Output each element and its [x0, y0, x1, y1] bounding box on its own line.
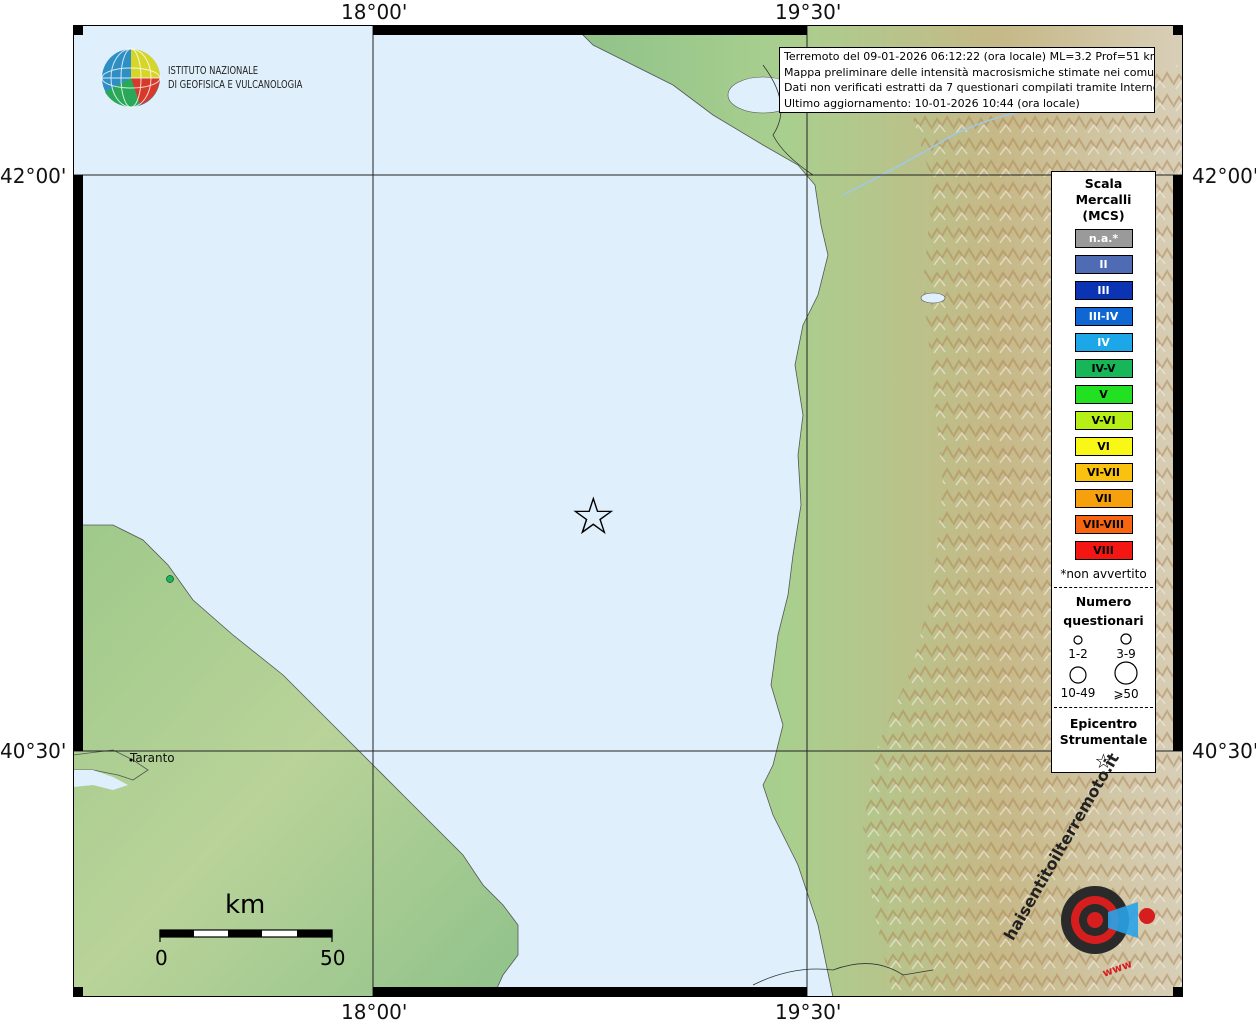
frame-bottom-bar [373, 987, 807, 997]
mcs-class-vii-viii: VII-VIII [1074, 515, 1133, 534]
map-frame[interactable]: Taranto ☆ [73, 25, 1183, 997]
mcs-class-viii: VIII [1074, 541, 1133, 560]
epi-title2: Strumentale [1059, 732, 1148, 747]
legend-title-mcs: (MCS) [1082, 208, 1125, 223]
info-line4: Ultimo aggiornamento: 10-01-2026 10:44 (… [784, 96, 1080, 110]
ingv-globe-icon [101, 48, 161, 108]
frame-bottom-right [1173, 987, 1183, 997]
mcs-class-v-vi: V-VI [1074, 411, 1133, 430]
frame-top-left [73, 25, 83, 35]
scale-end: 50 [320, 946, 346, 970]
locality-dot [166, 575, 174, 583]
mcs-class-vi: VI [1074, 437, 1133, 456]
frame-right-bar [1173, 175, 1183, 751]
mcs-class-vii: VII [1074, 489, 1133, 508]
bottom-lon-label-19-30: 19°30' [775, 1000, 842, 1024]
left-lat-label-42: 42°00' [0, 164, 67, 188]
top-lon-label-18: 18°00' [341, 0, 408, 24]
institute-line1: ISTITUTO NAZIONALE [168, 64, 259, 77]
frame-top-right [1173, 25, 1183, 35]
frame-bottom-left [73, 987, 83, 997]
count-label-10-49: 10-49 [1060, 686, 1096, 700]
right-lat-label-42: 42°00' [1192, 164, 1256, 188]
left-lat-label-40-30: 40°30' [0, 739, 67, 763]
count-label-50: ⩾50 [1113, 687, 1139, 701]
haisentito-logo[interactable]: haisentitoilterremoto.it www [1000, 750, 1170, 980]
mcs-class-v: V [1074, 385, 1133, 404]
legend-note: *non avvertito [1060, 567, 1147, 581]
taranto-label: Taranto [130, 751, 175, 765]
count-label-1-2: 1-2 [1068, 647, 1088, 661]
info-line1: Terremoto del 09-01-2026 06:12:22 (ora l… [784, 50, 1155, 63]
top-lon-label-19-30: 19°30' [775, 0, 842, 24]
legend-title-scala: Scala [1084, 176, 1123, 191]
mcs-class-list: n.a.* II III III-IV IV IV-V V V-VI VI VI-VII VII VI… [1052, 229, 1155, 560]
scale-start: 0 [155, 946, 168, 970]
relief-map[interactable] [73, 25, 1183, 997]
frame-top-bar [373, 25, 807, 35]
scale-unit: km [225, 890, 266, 920]
scale-bar-graphic [159, 929, 333, 942]
epicenter-star[interactable]: ☆ [570, 491, 617, 543]
earthquake-info-box: Terremoto del 09-01-2026 06:12:22 (ora l… [779, 47, 1155, 113]
info-line2: Mappa preliminare delle intensità macros… [784, 65, 1155, 79]
mcs-class-iii: III [1074, 281, 1133, 300]
mcs-class-iv: IV [1074, 333, 1133, 352]
lake-small [920, 292, 946, 304]
right-lat-label-40-30: 40°30' [1192, 739, 1256, 763]
frame-left-bar [73, 175, 83, 751]
count-title1: Numero [1075, 594, 1132, 609]
count-title2: questionari [1063, 613, 1144, 628]
mcs-class-vi-vii: VI-VII [1074, 463, 1133, 482]
institute-line2: DI GEOFISICA E VULCANOLOGIA [168, 78, 303, 91]
mcs-class-iii-iv: III-IV [1074, 307, 1133, 326]
mcs-class-iv-v: IV-V [1074, 359, 1133, 378]
legend-title-mercalli: Mercalli [1075, 192, 1132, 207]
mcs-legend: Scala Mercalli (MCS) n.a.* II III III-IV IV I… [1051, 171, 1156, 773]
legend-divider-2 [1054, 707, 1153, 708]
institute-name: ISTITUTO NAZIONALE DI GEOFISICA E VULCAN… [168, 64, 302, 92]
scale-bar: km 0 50 [155, 890, 355, 970]
mcs-class-n-a-: n.a.* [1074, 229, 1133, 248]
mcs-class-ii: II [1074, 255, 1133, 274]
info-line3: Dati non verificati estratti da 7 questi… [784, 81, 1155, 94]
legend-divider [1054, 587, 1153, 588]
bottom-lon-label-18: 18°00' [341, 1000, 408, 1024]
count-symbols: 1-2 3-9 10-49 ⩾50 [1052, 633, 1155, 701]
epi-title1: Epicentro [1069, 716, 1138, 731]
count-label-3-9: 3-9 [1116, 647, 1136, 661]
